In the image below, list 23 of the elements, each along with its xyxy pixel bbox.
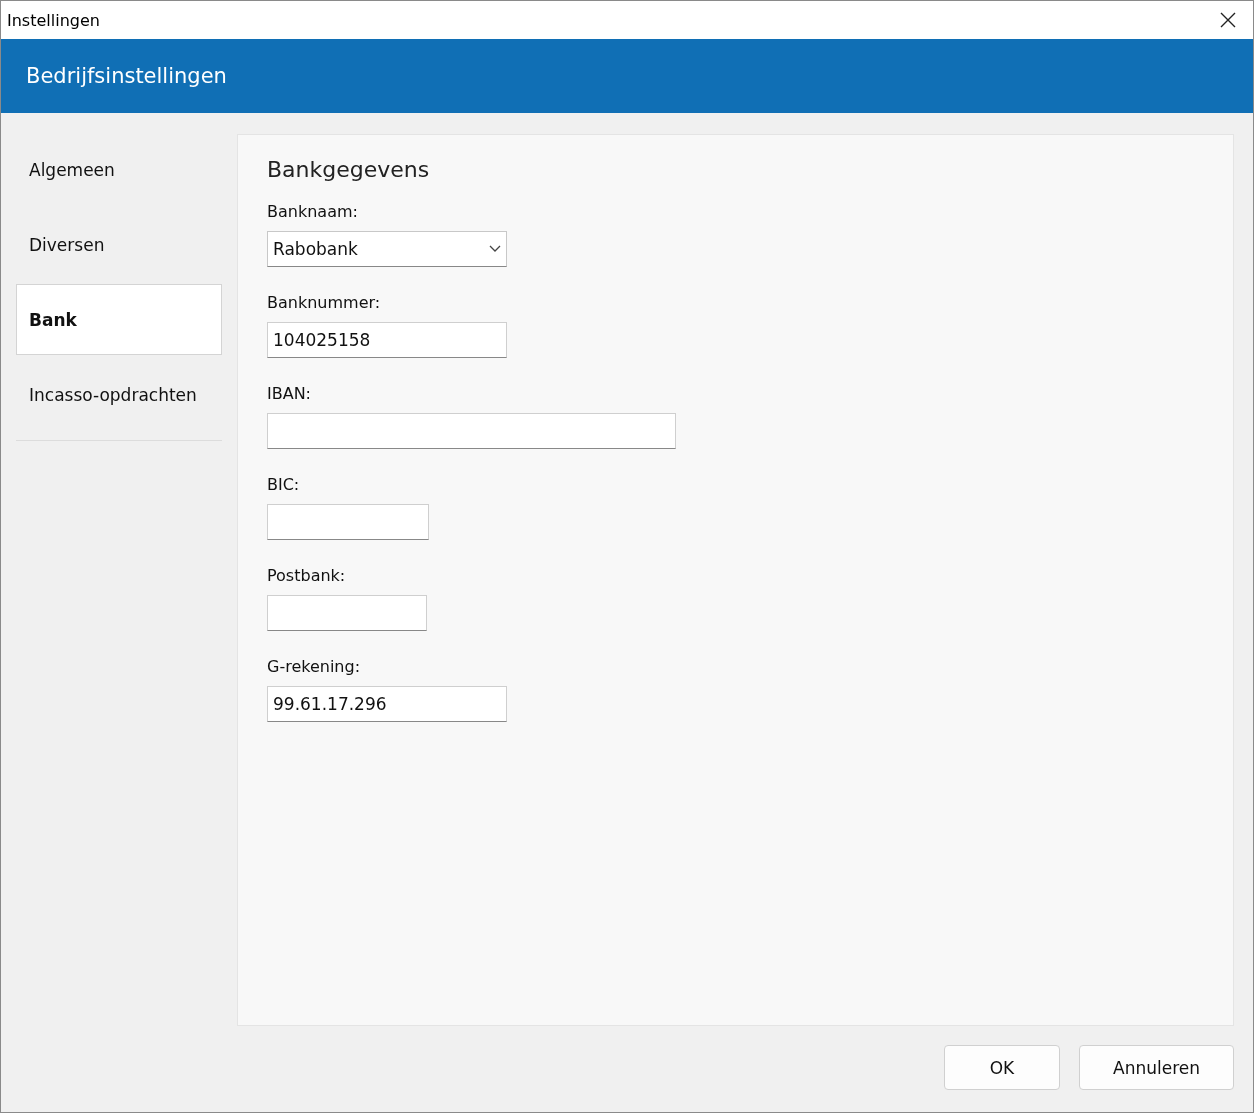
sidebar-item[interactable]: Diversen — [16, 209, 222, 280]
input-field[interactable] — [267, 413, 676, 449]
ok-button[interactable]: OK — [944, 1045, 1060, 1090]
sidebar-item[interactable]: Incasso-opdrachten — [16, 359, 222, 430]
field-label: Banknaam: — [267, 202, 358, 221]
field-label: IBAN: — [267, 384, 311, 403]
dropdown-field[interactable]: Rabobank — [267, 231, 507, 267]
close-icon — [1220, 12, 1236, 28]
cancel-button[interactable]: Annuleren — [1079, 1045, 1234, 1090]
window-title: Instellingen — [7, 10, 100, 30]
input-field[interactable]: 99.61.17.296 — [267, 686, 507, 722]
header-title: Bedrijfsinstellingen — [26, 64, 227, 88]
input-field[interactable] — [267, 595, 427, 631]
section-title: Bankgegevens — [267, 157, 430, 182]
field-label: G-rekening: — [267, 657, 361, 676]
input-field[interactable]: 104025158 — [267, 322, 507, 358]
field-label: Banknummer: — [267, 293, 381, 312]
input-field[interactable] — [267, 504, 429, 540]
field-label: Postbank: — [267, 566, 346, 585]
sidebar-item[interactable]: Bank — [16, 284, 222, 355]
sidebar-item[interactable]: Algemeen — [16, 134, 222, 205]
chevron-down-icon — [489, 245, 501, 253]
field-label: BIC: — [267, 475, 300, 494]
